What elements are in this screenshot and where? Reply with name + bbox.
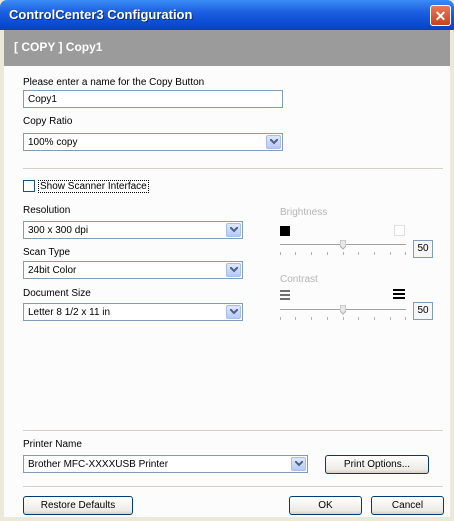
settings-panel: Please enter a name for the Copy Button … [4,66,450,517]
resolution-value: 300 x 300 dpi [28,225,89,236]
copy-ratio-select[interactable]: 100% copy [23,133,283,151]
copy-name-label: Please enter a name for the Copy Button [23,77,205,88]
high-contrast-icon [393,289,405,299]
contrast-slider-ticks [280,317,406,320]
brightness-label: Brightness [280,207,328,218]
printer-name-value: Brother MFC-XXXXUSB Printer [28,459,169,470]
copy-ratio-value: 100% copy [28,137,78,148]
ok-button[interactable]: OK [289,496,362,515]
window-title: ControlCenter3 Configuration [9,7,193,22]
brightness-value-box: 50 [413,240,433,258]
close-button[interactable]: ✕ [430,5,451,26]
separator [23,168,443,170]
printer-name-label: Printer Name [23,439,82,450]
contrast-slider-thumb[interactable] [340,305,346,315]
document-size-value: Letter 8 1/2 x 11 in [28,307,111,318]
resolution-select[interactable]: 300 x 300 dpi [23,221,243,239]
header-band: [ COPY ] Copy1 [4,30,450,66]
header-title: [ COPY ] Copy1 [14,40,103,54]
brightness-slider-ticks [280,252,406,255]
chevron-down-icon[interactable] [266,135,281,149]
document-size-select[interactable]: Letter 8 1/2 x 11 in [23,303,243,321]
cancel-button[interactable]: Cancel [371,496,444,515]
low-contrast-icon [280,290,290,300]
resolution-label: Resolution [23,205,71,216]
print-options-button[interactable]: Print Options... [325,455,429,474]
title-bar: ControlCenter3 Configuration ✕ [0,0,454,30]
separator [23,430,443,432]
close-icon: ✕ [434,8,447,24]
restore-defaults-button[interactable]: Restore Defaults [23,496,133,515]
chevron-down-icon[interactable] [226,263,241,277]
copy-name-input[interactable]: Copy1 [23,90,283,108]
chevron-down-icon[interactable] [226,305,241,319]
chevron-down-icon[interactable] [226,223,241,237]
printer-name-select[interactable]: Brother MFC-XXXXUSB Printer [23,455,308,473]
chevron-down-icon[interactable] [291,457,306,471]
contrast-label: Contrast [280,274,318,285]
dark-square-icon [280,226,290,236]
light-square-icon [394,225,405,236]
scan-type-value: 24bit Color [28,265,77,276]
brightness-slider-thumb[interactable] [340,240,346,250]
scan-type-label: Scan Type [23,247,71,258]
copy-ratio-label: Copy Ratio [23,116,73,127]
separator [23,486,443,488]
show-scanner-interface-checkbox[interactable] [23,180,35,192]
document-size-label: Document Size [23,288,91,299]
show-scanner-interface-label[interactable]: Show Scanner Interface [38,180,149,193]
scan-type-select[interactable]: 24bit Color [23,261,243,279]
contrast-value-box: 50 [413,302,433,320]
